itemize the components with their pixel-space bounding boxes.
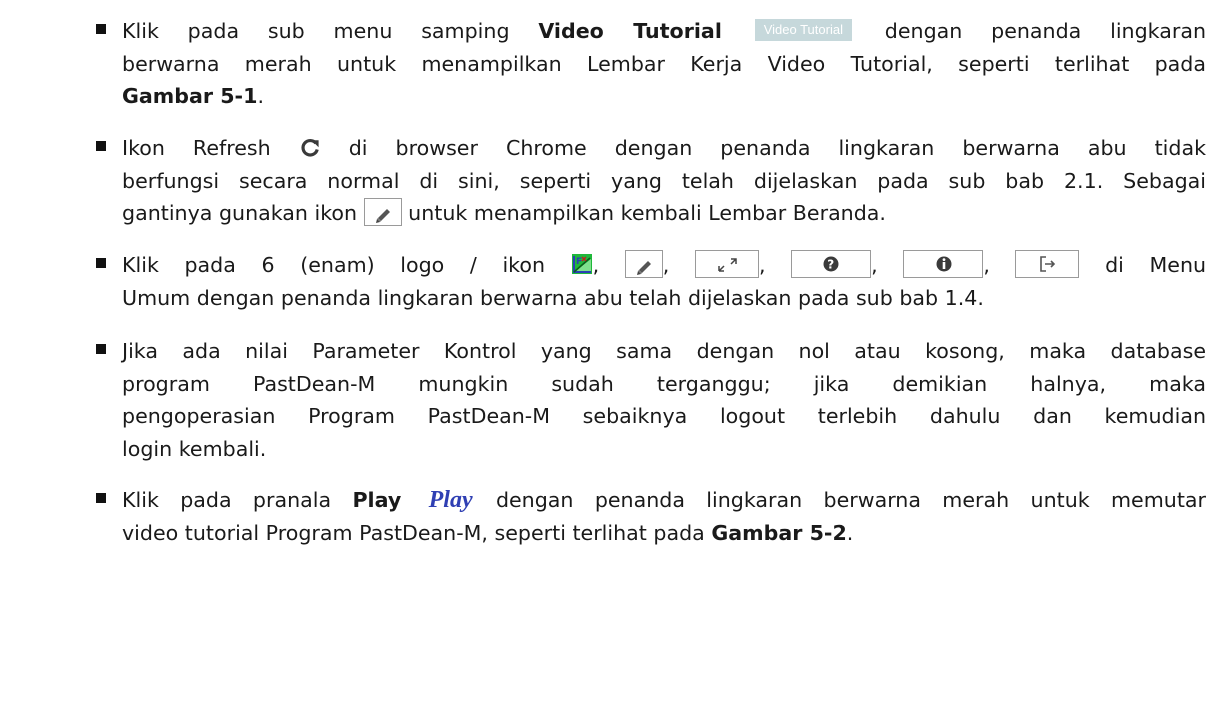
bold-text: Gambar 5-1 <box>122 84 258 108</box>
document-page: Klik pada sub menu samping Video Tutoria… <box>0 0 1225 704</box>
text-segment: pengoperasian Program PastDean-M sebaikn… <box>122 404 1206 428</box>
text-segment: Umum dengan penanda lingkaran berwarna a… <box>122 285 984 310</box>
svg-text:F: F <box>576 257 582 267</box>
text-line: Ikon Refresh di browser Chrome dengan pe… <box>122 132 1206 165</box>
text-segment: , <box>592 253 625 277</box>
text-segment: , <box>662 253 695 277</box>
logout-icon <box>1015 250 1080 278</box>
text-line: Gambar 5-1. <box>122 80 1206 113</box>
text-segment: di Menu <box>1079 253 1207 277</box>
text-segment: Ikon Refresh <box>122 136 299 160</box>
text-segment: Klik pada sub menu samping <box>122 19 539 43</box>
text-segment: Klik pada pranala <box>122 488 353 512</box>
text-segment: program PastDean-M mungkin sudah tergang… <box>122 371 1206 396</box>
text-segment <box>722 19 751 43</box>
text-line: Jika ada nilai Parameter Kontrol yang sa… <box>122 335 1206 368</box>
bold-text: Video Tutorial <box>538 19 722 43</box>
text-segment: dengan penanda lingkaran <box>855 19 1206 43</box>
play-link: Play <box>428 487 473 513</box>
text-line: login kembali. <box>122 433 1206 466</box>
question-icon: ? <box>791 250 872 278</box>
video-tutorial-button: Video Tutorial <box>754 19 852 41</box>
list-item: Jika ada nilai Parameter Kontrol yang sa… <box>122 335 1206 465</box>
text-segment: video tutorial Program PastDean-M, seper… <box>122 520 712 545</box>
text-segment: . <box>257 84 264 108</box>
text-line: berwarna merah untuk menampilkan Lembar … <box>122 48 1206 81</box>
list-item: Klik pada 6 (enam) logo / ikon F, , , ?,… <box>122 249 1206 314</box>
text-segment <box>401 488 422 512</box>
text-line: pengoperasian Program PastDean-M sebaikn… <box>122 400 1206 433</box>
bullet-marker <box>96 493 106 503</box>
text-line: Klik pada pranala Play Play dengan penan… <box>122 484 1206 517</box>
text-segment: Klik pada 6 (enam) logo / ikon <box>122 253 571 277</box>
text-line: gantinya gunakan ikon untuk menampilkan … <box>122 197 1206 230</box>
text-line: Klik pada sub menu samping Video Tutoria… <box>122 15 1206 48</box>
text-segment: , <box>983 253 1016 277</box>
list-item: Klik pada pranala Play Play dengan penan… <box>122 484 1206 549</box>
logo-icon: F <box>571 252 593 274</box>
text-line: Klik pada 6 (enam) logo / ikon F, , , ?,… <box>122 249 1206 282</box>
text-segment: login kembali. <box>122 436 267 461</box>
text-segment: berwarna merah untuk menampilkan Lembar … <box>122 51 1206 76</box>
pencil-icon <box>624 250 663 278</box>
text-segment: Jika ada nilai Parameter Kontrol yang sa… <box>122 339 1206 363</box>
refresh-icon <box>299 136 321 158</box>
text-segment: untuk menampilkan kembali Lembar Beranda… <box>401 201 886 225</box>
text-line: program PastDean-M mungkin sudah tergang… <box>122 368 1206 401</box>
info-icon <box>903 250 984 278</box>
text-segment: , <box>871 253 904 277</box>
text-line: berfungsi secara normal di sini, seperti… <box>122 165 1206 198</box>
text-segment: berfungsi secara normal di sini, seperti… <box>122 168 1206 193</box>
bullet-marker <box>96 24 106 34</box>
bullet-marker <box>96 258 106 268</box>
text-segment: . <box>846 520 854 545</box>
text-line: Umum dengan penanda lingkaran berwarna a… <box>122 282 1206 315</box>
bullet-marker <box>96 141 106 151</box>
svg-text:?: ? <box>827 258 834 272</box>
pencil-icon <box>363 198 402 226</box>
text-segment: dengan penanda lingkaran berwarna merah … <box>474 488 1207 512</box>
text-segment: di browser Chrome dengan penanda lingkar… <box>320 136 1206 160</box>
text-segment: gantinya gunakan ikon <box>122 201 364 225</box>
bold-text: Gambar 5-2 <box>711 520 847 545</box>
bullet-marker <box>96 344 106 354</box>
list-item: Klik pada sub menu samping Video Tutoria… <box>122 15 1206 113</box>
text-segment: , <box>758 253 792 277</box>
list-item: Ikon Refresh di browser Chrome dengan pe… <box>122 132 1206 230</box>
expand-icon <box>694 250 759 278</box>
text-line: video tutorial Program PastDean-M, seper… <box>122 517 1206 550</box>
bold-text: Play <box>352 488 402 512</box>
